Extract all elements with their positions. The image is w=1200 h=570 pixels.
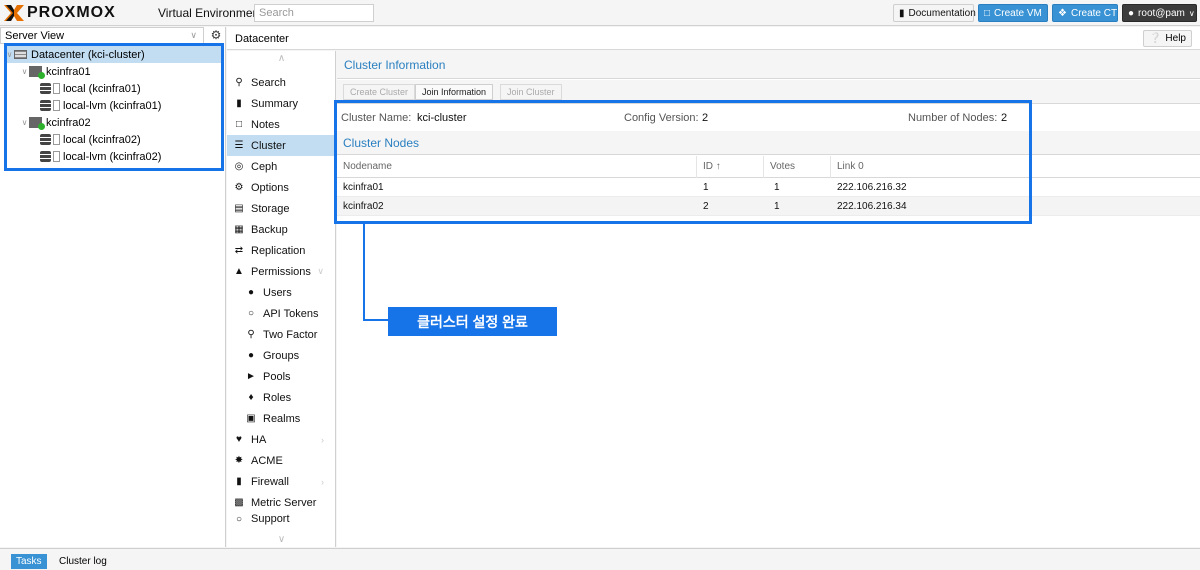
- question-circle-icon: ❔: [1148, 33, 1162, 44]
- proxmox-x-icon: [4, 5, 24, 21]
- nav-item-replication[interactable]: ⇄ Replication: [227, 240, 336, 261]
- nav-item-groups[interactable]: ● Groups: [227, 345, 336, 366]
- tab-cluster-log[interactable]: Cluster log: [54, 554, 112, 569]
- server-icon: ☰: [234, 140, 244, 151]
- nav-item-cluster[interactable]: ☰ Cluster: [227, 135, 336, 156]
- nav-item-permissions[interactable]: ▲ Permissions ∨: [227, 261, 336, 282]
- tags-icon: ►: [246, 371, 256, 382]
- callout-connector: [363, 224, 365, 321]
- certificate-icon: ✸: [234, 455, 244, 466]
- desktop-icon: □: [984, 7, 991, 19]
- nav-item-two-factor[interactable]: ⚲ Two Factor: [227, 324, 336, 345]
- nav-item-acme[interactable]: ✸ ACME: [227, 450, 336, 471]
- cluster-info-title: Cluster Information: [337, 51, 1200, 79]
- search-input[interactable]: Search: [254, 4, 374, 22]
- nav-item-search[interactable]: ⚲ Search: [227, 72, 336, 93]
- nav-item-metric-server[interactable]: ▩ Metric Server: [227, 492, 336, 513]
- nav-item-pools[interactable]: ► Pools: [227, 366, 336, 387]
- cube-icon: ❖: [1058, 7, 1067, 19]
- nav-item-storage[interactable]: ▤ Storage: [227, 198, 336, 219]
- datacenter-nav-menu: ∧ ⚲ Search ▮ Summary □ Notes ☰ Cluster ◎ Ceph…: [227, 51, 336, 547]
- nav-item-users[interactable]: ● Users: [227, 282, 336, 303]
- tab-tasks[interactable]: Tasks: [11, 554, 47, 569]
- user-menu-button[interactable]: ● root@pam ∨: [1122, 4, 1197, 22]
- chevron-down-icon: ∨: [1188, 8, 1195, 18]
- database-icon: ▤: [234, 203, 244, 214]
- male-icon: ♦: [248, 392, 254, 403]
- floppy-icon: ▦: [234, 224, 244, 235]
- comments-icon: ○: [235, 513, 243, 525]
- nav-item-support[interactable]: ○ Support: [227, 513, 336, 525]
- book-icon: ▮: [899, 7, 905, 19]
- chevron-down-icon: ∨: [190, 30, 197, 40]
- documentation-button[interactable]: ▮ Documentation: [893, 4, 976, 22]
- highlight-frame-cluster: [334, 100, 1032, 224]
- chevron-right-icon[interactable]: ›: [321, 477, 324, 487]
- proxmox-logo[interactable]: PROXMOX: [3, 3, 116, 23]
- book-icon: ▮: [236, 98, 242, 109]
- nav-item-options[interactable]: ⚙ Options: [227, 177, 336, 198]
- note-icon: □: [235, 119, 243, 130]
- nav-item-roles[interactable]: ♦ Roles: [227, 387, 336, 408]
- address-book-icon: ▣: [246, 413, 256, 424]
- heartbeat-icon: ♥: [236, 434, 242, 445]
- highlight-frame-tree: [4, 43, 224, 171]
- annotation-callout: 클러스터 설정 완료: [388, 307, 557, 336]
- create-ct-button[interactable]: ❖ Create CT: [1052, 4, 1118, 22]
- logo-wordmark: PROXMOX: [27, 4, 116, 21]
- scroll-down-icon[interactable]: ∨: [227, 534, 336, 545]
- nav-item-ceph[interactable]: ◎ Ceph: [227, 156, 336, 177]
- user-icon: ●: [247, 287, 255, 298]
- user-outline-icon: ○: [247, 308, 255, 319]
- ceph-icon: ◎: [234, 161, 244, 172]
- shield-icon: ▮: [236, 476, 242, 487]
- help-button[interactable]: ❔ Help: [1142, 30, 1192, 47]
- key-icon: ⚲: [247, 329, 255, 340]
- nav-item-realms[interactable]: ▣ Realms: [227, 408, 336, 429]
- nav-item-notes[interactable]: □ Notes: [227, 114, 336, 135]
- page-title: Datacenter: [235, 33, 289, 45]
- retweet-icon: ⇄: [234, 245, 244, 256]
- nav-item-api-tokens[interactable]: ○ API Tokens: [227, 303, 336, 324]
- create-vm-button[interactable]: □ Create VM: [978, 4, 1048, 22]
- nav-item-firewall[interactable]: ▮ Firewall ›: [227, 471, 336, 492]
- chevron-down-icon[interactable]: ∨: [317, 266, 324, 277]
- gear-icon: ⚙: [234, 182, 244, 193]
- nav-item-ha[interactable]: ♥ HA ›: [227, 429, 336, 450]
- gear-icon[interactable]: ⚙: [206, 27, 226, 44]
- chevron-right-icon[interactable]: ›: [321, 435, 324, 445]
- unlock-icon: ▲: [234, 266, 244, 277]
- user-icon: ●: [1128, 7, 1135, 19]
- status-bar: Tasks Cluster log: [0, 548, 1200, 570]
- join-information-button[interactable]: Join Information: [415, 84, 494, 100]
- callout-connector: [363, 319, 388, 321]
- users-icon: ●: [247, 350, 255, 361]
- scroll-up-icon[interactable]: ∧: [227, 53, 336, 64]
- nav-item-backup[interactable]: ▦ Backup: [227, 219, 336, 240]
- nav-item-summary[interactable]: ▮ Summary: [227, 93, 336, 114]
- join-cluster-button[interactable]: Join Cluster: [500, 84, 562, 100]
- search-icon: ⚲: [235, 77, 243, 88]
- top-header: PROXMOX Virtual Environment 7.4-3 Search…: [0, 0, 1200, 26]
- content-header: Datacenter ❔ Help: [227, 27, 1200, 50]
- create-cluster-button[interactable]: Create Cluster: [343, 84, 416, 100]
- view-select[interactable]: Server View ∨: [0, 27, 204, 44]
- bar-chart-icon: ▩: [234, 497, 244, 508]
